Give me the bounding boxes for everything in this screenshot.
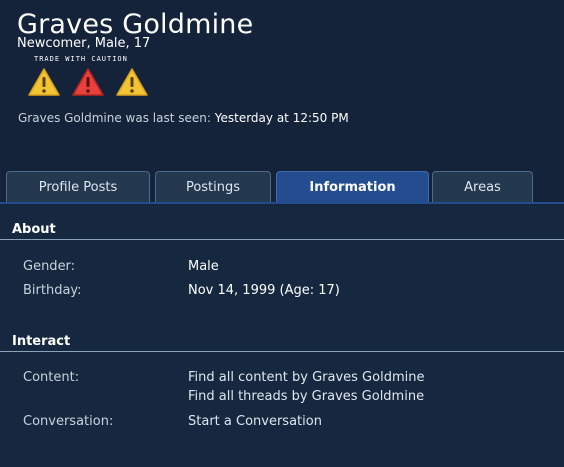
last-seen-text: Graves Goldmine was last seen: Yesterday… — [18, 111, 349, 125]
last-seen-time: Yesterday at 12:50 PM — [214, 111, 349, 125]
tab-profile-posts[interactable]: Profile Posts — [6, 171, 150, 202]
gender-label: Gender: — [23, 259, 76, 274]
profile-user-title: Newcomer, Male, 17 — [17, 36, 151, 51]
tab-postings[interactable]: Postings — [155, 171, 271, 202]
profile-header: Graves Goldmine Newcomer, Male, 17 TRADE… — [0, 0, 564, 205]
section-heading-about: About — [0, 222, 564, 240]
warning-red-icon — [72, 68, 104, 96]
find-all-threads-link[interactable]: Find all threads by Graves Goldmine — [188, 389, 424, 404]
birthday-value: Nov 14, 1999 (Age: 17) — [188, 283, 340, 298]
warning-yellow-icon — [116, 68, 148, 96]
start-conversation-link[interactable]: Start a Conversation — [188, 414, 322, 429]
trade-caution-label: TRADE WITH CAUTION — [34, 55, 128, 63]
warning-yellow-icon — [28, 68, 60, 96]
tab-information[interactable]: Information — [276, 171, 429, 202]
last-seen-prefix: Graves Goldmine was last seen: — [18, 111, 211, 125]
find-all-content-link[interactable]: Find all content by Graves Goldmine — [188, 370, 424, 385]
gender-value: Male — [188, 259, 219, 274]
content-label: Content: — [23, 370, 80, 385]
birthday-label: Birthday: — [23, 283, 82, 298]
tab-areas[interactable]: Areas — [432, 171, 533, 202]
tab-underline — [0, 202, 564, 204]
section-heading-interact: Interact — [0, 334, 564, 352]
conversation-label: Conversation: — [23, 414, 114, 429]
